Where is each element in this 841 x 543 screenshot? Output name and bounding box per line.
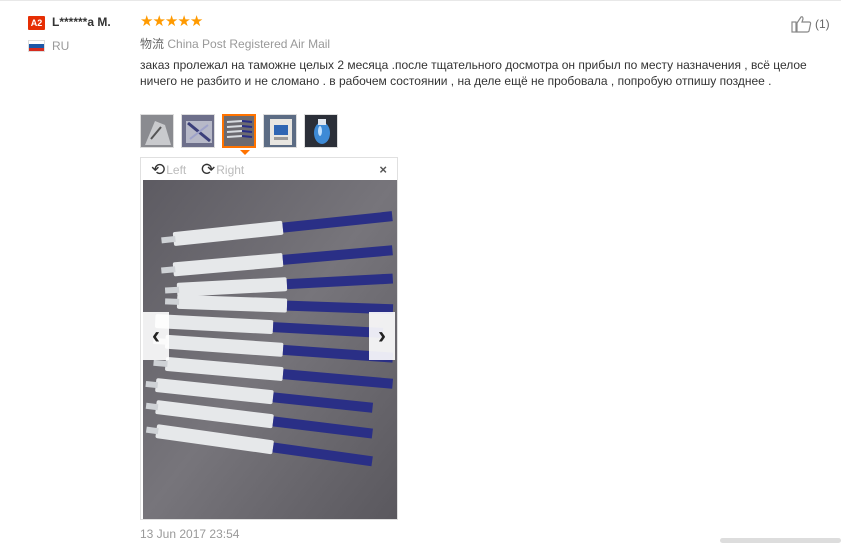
helpful-button[interactable]: (1)	[791, 15, 830, 33]
star-icon: ★	[152, 13, 166, 30]
rotate-left-button[interactable]: ⟲ Left	[151, 161, 186, 178]
rotate-right-icon: ⟳	[201, 160, 216, 179]
star-rating: ★ ★ ★ ★ ★	[140, 13, 204, 30]
next-photo-button[interactable]: ›	[369, 312, 395, 360]
russia-flag-icon	[28, 40, 45, 52]
star-icon: ★	[164, 13, 179, 30]
rotate-right-label: Right	[216, 162, 245, 177]
photo-thumbnail-2[interactable]	[181, 114, 215, 148]
horizontal-scrollbar[interactable]	[720, 538, 841, 543]
star-icon: ★	[177, 13, 191, 30]
star-icon: ★	[189, 13, 204, 30]
top-divider	[0, 0, 841, 1]
rotate-left-label: Left	[166, 162, 187, 177]
photo-thumbnail-5[interactable]	[304, 114, 338, 148]
buyer-country: RU	[52, 39, 70, 53]
thumbs-up-icon	[791, 16, 812, 33]
photo-thumbnail-3[interactable]	[222, 114, 256, 148]
rotate-right-button[interactable]: ⟳ Right	[201, 161, 244, 178]
buyer-name: L******a M.	[52, 15, 111, 29]
rotate-left-icon: ⟲	[151, 160, 166, 179]
active-thumbnail-pointer	[240, 150, 250, 155]
syringes-photo	[143, 180, 397, 519]
buyer-level-badge: A2	[28, 16, 45, 30]
review-photo	[143, 180, 397, 519]
photo-thumbnail-4[interactable]	[263, 114, 297, 148]
photo-viewer: ⟲ Left ⟳ Right × ‹ ›	[140, 157, 398, 520]
helpful-count: (1)	[815, 17, 830, 31]
photo-thumbnails	[140, 114, 338, 148]
shipping-label: 物流	[140, 37, 165, 51]
shipping-info: 物流 China Post Registered Air Mail	[140, 35, 330, 52]
shipping-method: China Post Registered Air Mail	[167, 37, 331, 51]
close-viewer-button[interactable]: ×	[379, 162, 387, 177]
previous-photo-button[interactable]: ‹	[143, 312, 169, 360]
star-icon: ★	[140, 13, 154, 30]
review-text: заказ пролежал на таможне целых 2 месяца…	[140, 58, 807, 88]
photo-thumbnail-1[interactable]	[140, 114, 174, 148]
review-date: 13 Jun 2017 23:54	[140, 527, 240, 541]
